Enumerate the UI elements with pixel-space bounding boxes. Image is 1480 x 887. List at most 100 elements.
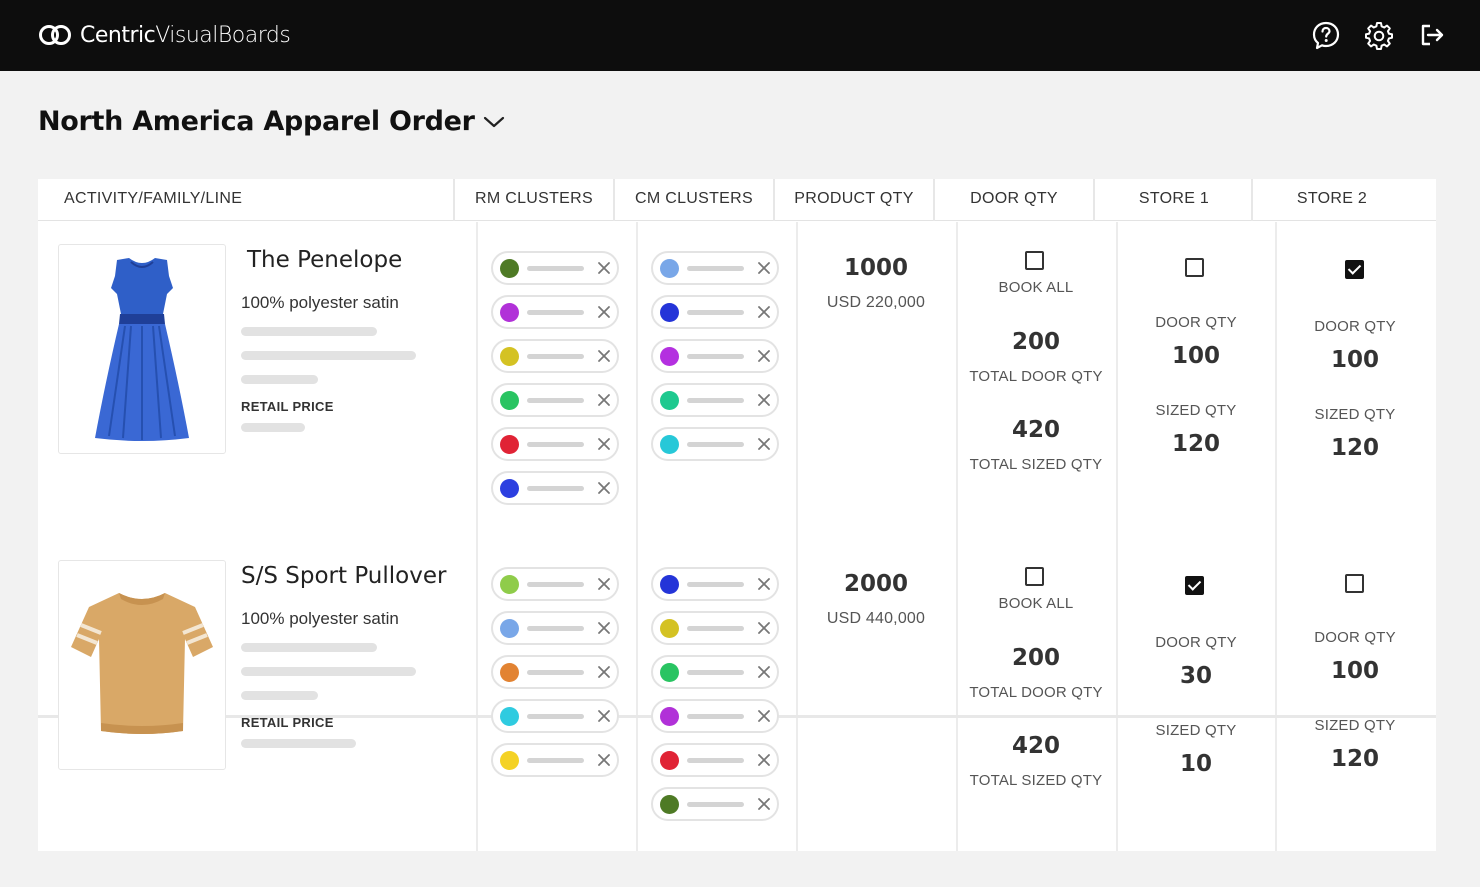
cluster-chip[interactable]	[491, 339, 619, 373]
cluster-chip[interactable]	[491, 471, 619, 505]
brand-name-part-1: Centric	[80, 22, 156, 48]
store-1-door-qty-label: DOOR QTY	[1155, 314, 1237, 331]
cluster-name-placeholder	[527, 714, 584, 719]
remove-cluster-icon[interactable]	[754, 618, 774, 638]
remove-cluster-icon[interactable]	[754, 750, 774, 770]
retail-price-placeholder	[241, 739, 356, 748]
remove-cluster-icon[interactable]	[754, 302, 774, 322]
remove-cluster-icon[interactable]	[594, 346, 614, 366]
remove-cluster-icon[interactable]	[754, 346, 774, 366]
cluster-color-dot	[500, 663, 519, 682]
book-all-label: BOOK ALL	[998, 279, 1074, 296]
column-header-product-qty: PRODUCT QTY	[794, 190, 914, 207]
top-bar: CentricVisualBoards	[0, 0, 1480, 71]
store-1-sized-qty-label: SIZED QTY	[1155, 402, 1237, 419]
cluster-name-placeholder	[687, 802, 744, 807]
store-1-door-qty: 100	[1171, 343, 1220, 369]
remove-cluster-icon[interactable]	[594, 574, 614, 594]
placeholder-line	[241, 667, 416, 676]
cluster-chip[interactable]	[491, 295, 619, 329]
cluster-chip[interactable]	[651, 383, 779, 417]
remove-cluster-icon[interactable]	[594, 478, 614, 498]
column-header-door-qty: DOOR QTY	[970, 190, 1058, 207]
cluster-name-placeholder	[687, 670, 744, 675]
placeholder-line	[241, 351, 416, 360]
cluster-chip[interactable]	[651, 295, 779, 329]
column-header-store-1: STORE 1	[1138, 190, 1210, 207]
logo-icon	[39, 25, 71, 45]
cluster-color-dot	[500, 619, 519, 638]
store-1-checkbox[interactable]	[1185, 258, 1204, 277]
cluster-name-placeholder	[687, 758, 744, 763]
help-icon[interactable]	[1311, 20, 1341, 50]
placeholder-line	[241, 691, 318, 700]
store-2-sized-qty: 120	[1330, 746, 1379, 772]
cluster-chip[interactable]	[491, 611, 619, 645]
book-all-checkbox[interactable]	[1025, 251, 1044, 270]
column-divider	[796, 718, 798, 851]
cluster-chip[interactable]	[651, 787, 779, 821]
cluster-chip[interactable]	[651, 251, 779, 285]
cluster-color-dot	[500, 391, 519, 410]
store-2-door-qty: 100	[1330, 347, 1379, 373]
app-logo[interactable]: CentricVisualBoards	[38, 20, 291, 50]
cluster-color-dot	[500, 751, 519, 770]
store-1-checkbox[interactable]	[1185, 576, 1204, 595]
placeholder-line	[241, 643, 377, 652]
remove-cluster-icon[interactable]	[594, 302, 614, 322]
cluster-chip[interactable]	[491, 383, 619, 417]
cluster-chip[interactable]	[491, 427, 619, 461]
remove-cluster-icon[interactable]	[754, 574, 774, 594]
cluster-color-dot	[660, 795, 679, 814]
cluster-chip[interactable]	[651, 743, 779, 777]
remove-cluster-icon[interactable]	[594, 434, 614, 454]
cluster-color-dot	[660, 663, 679, 682]
chevron-down-icon	[483, 116, 504, 127]
cluster-chip[interactable]	[491, 699, 619, 733]
store-2-checkbox[interactable]	[1345, 574, 1364, 593]
cluster-chip[interactable]	[651, 567, 779, 601]
remove-cluster-icon[interactable]	[754, 258, 774, 278]
remove-cluster-icon[interactable]	[594, 618, 614, 638]
product-thumbnail-pullover[interactable]	[58, 560, 226, 770]
remove-cluster-icon[interactable]	[594, 750, 614, 770]
column-header-store-2: STORE 2	[1296, 190, 1368, 207]
remove-cluster-icon[interactable]	[754, 390, 774, 410]
cluster-chip[interactable]	[491, 655, 619, 689]
cluster-name-placeholder	[527, 442, 584, 447]
cluster-chip[interactable]	[491, 743, 619, 777]
cluster-chip[interactable]	[651, 427, 779, 461]
order-selector[interactable]: North America Apparel Order	[38, 106, 505, 137]
cluster-name-placeholder	[687, 626, 744, 631]
remove-cluster-icon[interactable]	[754, 706, 774, 726]
cluster-color-dot	[660, 707, 679, 726]
cluster-chip[interactable]	[651, 699, 779, 733]
retail-price-label: RETAIL PRICE	[241, 399, 334, 414]
remove-cluster-icon[interactable]	[594, 706, 614, 726]
product-qty: 2000	[843, 571, 908, 597]
product-thumbnail-dress[interactable]	[58, 244, 226, 454]
cluster-name-placeholder	[527, 670, 584, 675]
remove-cluster-icon[interactable]	[594, 390, 614, 410]
remove-cluster-icon[interactable]	[754, 434, 774, 454]
cluster-chip[interactable]	[651, 339, 779, 373]
column-divider	[476, 222, 478, 715]
cluster-color-dot	[500, 479, 519, 498]
cluster-name-placeholder	[527, 758, 584, 763]
store-2-checkbox[interactable]	[1345, 260, 1364, 279]
remove-cluster-icon[interactable]	[594, 662, 614, 682]
gear-icon[interactable]	[1364, 20, 1394, 50]
remove-cluster-icon[interactable]	[594, 258, 614, 278]
cluster-chip[interactable]	[651, 655, 779, 689]
cluster-chip[interactable]	[491, 251, 619, 285]
table-header: ACTIVITY/FAMILY/LINE RM CLUSTERS CM CLUS…	[38, 179, 1436, 221]
cluster-chip[interactable]	[651, 611, 779, 645]
cluster-chip[interactable]	[491, 567, 619, 601]
remove-cluster-icon[interactable]	[754, 794, 774, 814]
column-divider	[636, 222, 638, 715]
total-sized-qty-label: TOTAL SIZED QTY	[969, 456, 1103, 473]
remove-cluster-icon[interactable]	[754, 662, 774, 682]
logout-icon[interactable]	[1417, 20, 1447, 50]
book-all-checkbox[interactable]	[1025, 567, 1044, 586]
total-door-qty: 200	[1011, 329, 1060, 355]
